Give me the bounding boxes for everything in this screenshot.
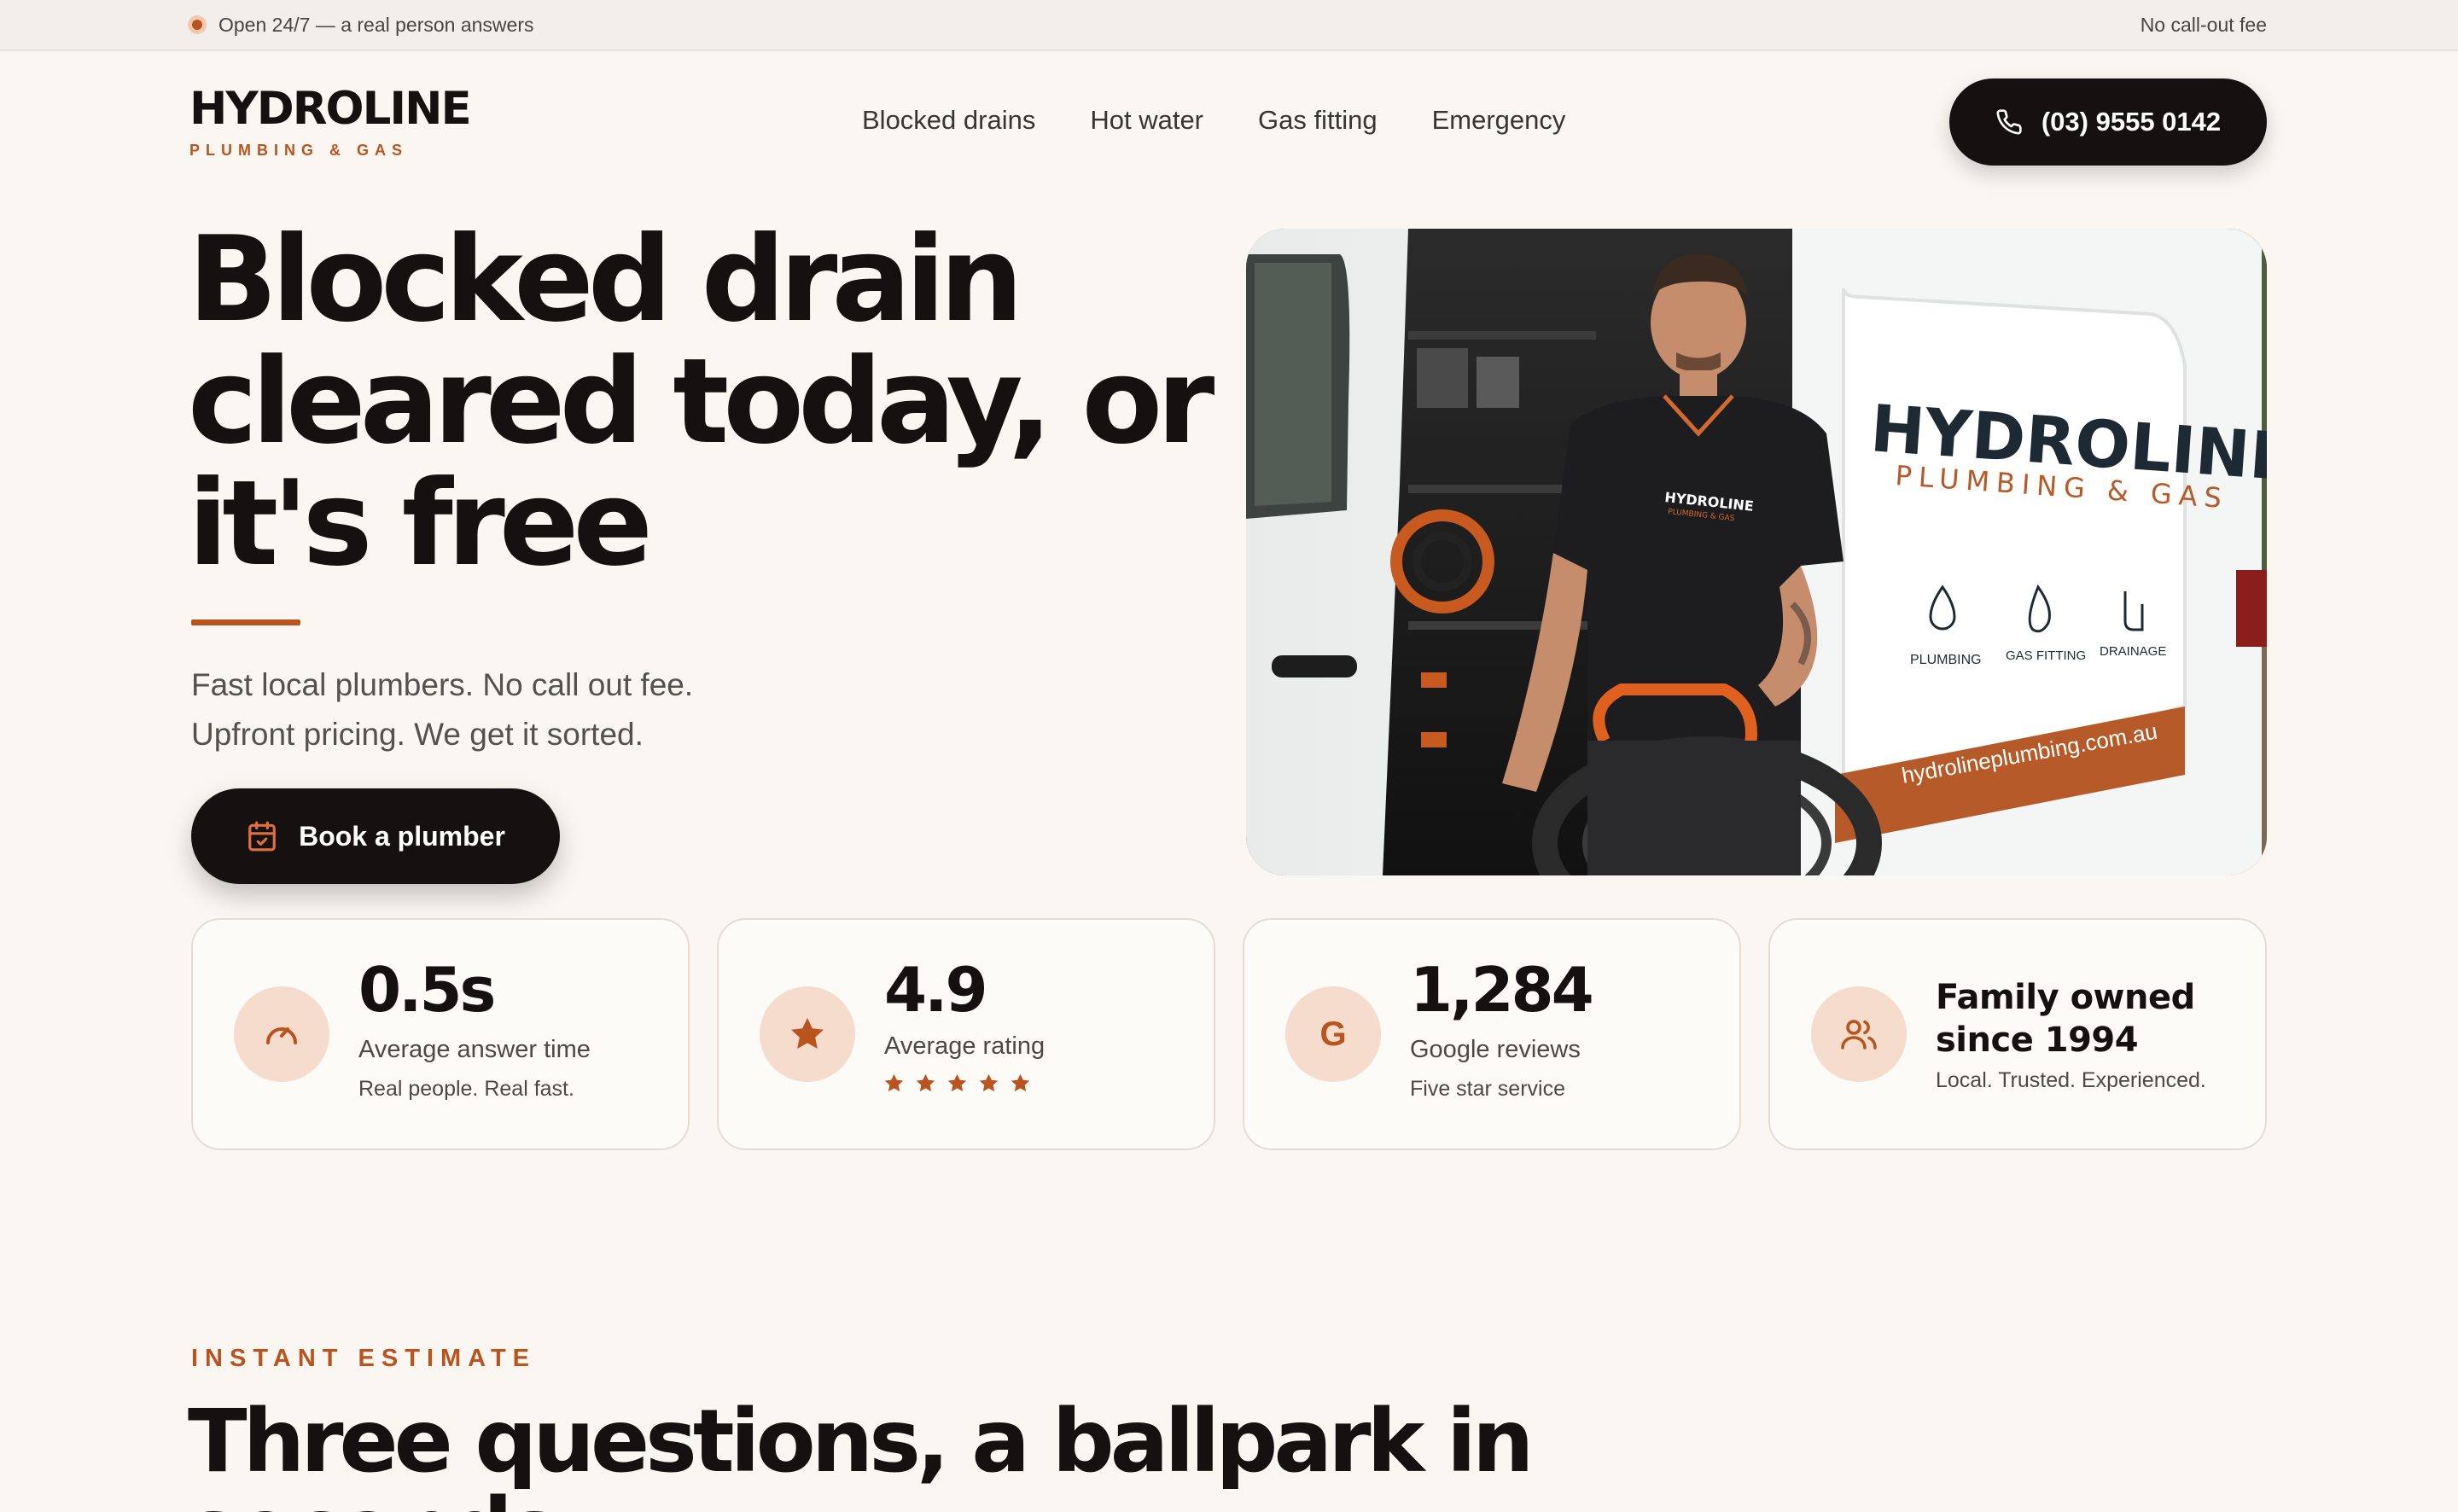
people-icon [1841, 1020, 1877, 1050]
hero-subtitle: Fast local plumbers. No call out fee. Up… [191, 660, 789, 759]
stat-value: 0.5s [358, 954, 496, 1026]
stat-note: Local. Trusted. Experienced. [1936, 1068, 2206, 1092]
brand-name: HYDROLINE [189, 83, 472, 135]
stat-icon-badge: G [1285, 986, 1381, 1082]
rating-star-icon [1011, 1073, 1030, 1092]
phone-icon [1996, 109, 2022, 135]
rating-star-icon [979, 1073, 999, 1092]
topbar-right-text: No call-out fee [2140, 13, 2267, 36]
stat-card-answer-time: 0.5s Average answer time Real people. Re… [191, 918, 690, 1150]
rating-star-icon [884, 1073, 904, 1092]
stat-value: 1,284 [1410, 954, 1594, 1026]
hero-subtitle-line-2: Upfront pricing. We get it sorted. [191, 717, 644, 752]
section-title: Three questions, a ballpark in seconds [188, 1391, 1534, 1512]
nav-item-emergency[interactable]: Emergency [1432, 105, 1566, 136]
rating-star-icon [916, 1073, 935, 1092]
brand-logo[interactable]: HYDROLINE PLUMBING & GAS [189, 83, 472, 160]
van-service-drainage: DRAINAGE [2100, 644, 2166, 659]
hero-subtitle-line-1: Fast local plumbers. No call out fee. [191, 667, 694, 702]
nav-item-gas-fitting[interactable]: Gas fitting [1258, 105, 1378, 136]
stat-card-google-reviews: G 1,284 Google reviews Five star service [1243, 918, 1741, 1150]
van-service-plumbing: PLUMBING [1910, 653, 1982, 667]
hero-photo-plumber-van: hydrolineplumbing.com.au HYDROLINE PLUMB… [1246, 229, 2267, 875]
no-callout-fee-text: No call-out fee [2141, 0, 2267, 49]
stat-note: Real people. Real fast. [358, 1077, 574, 1101]
stat-label: Google reviews [1410, 1036, 1581, 1063]
nav-item-blocked-drains[interactable]: Blocked drains [862, 105, 1035, 136]
stat-note: Five star service [1410, 1077, 1565, 1101]
brand-tagline: PLUMBING & GAS [189, 142, 409, 159]
van-service-gas: GAS FITTING [2006, 648, 2086, 663]
availability-status: Open 24/7 — a real person answers [188, 0, 533, 49]
stat-icon-badge [760, 986, 855, 1082]
rating-star-icon [947, 1073, 967, 1092]
hero-accent-rule [191, 619, 300, 625]
top-announcement-bar: Open 24/7 — a real person answers No cal… [0, 0, 2458, 51]
stat-card-family-owned: Family owned since 1994 Local. Trusted. … [1768, 918, 2267, 1150]
hero-title: Blocked drain cleared today, or it's fre… [188, 211, 1214, 592]
phone-number-label: (03) 9555 0142 [2041, 107, 2222, 137]
stat-icon-badge [1811, 986, 1907, 1082]
star-icon [791, 1018, 824, 1049]
main-nav: Blocked drains Hot water Gas fitting Eme… [862, 101, 1565, 140]
book-plumber-label: Book a plumber [299, 820, 505, 852]
star-rating [882, 1072, 1032, 1095]
stat-value: 4.9 [884, 954, 988, 1026]
section-eyebrow: INSTANT ESTIMATE [191, 1345, 537, 1372]
status-dot-icon [188, 15, 207, 34]
speedometer-icon [266, 1027, 297, 1044]
nav-item-hot-water[interactable]: Hot water [1090, 105, 1203, 136]
stat-label: Average rating [884, 1032, 1046, 1060]
book-plumber-button[interactable]: Book a plumber [191, 788, 560, 884]
call-phone-button[interactable]: (03) 9555 0142 [1949, 79, 2267, 166]
google-icon: G [1319, 1015, 1347, 1053]
plumber-van-illustration: hydrolineplumbing.com.au HYDROLINE PLUMB… [1246, 229, 2267, 875]
stat-card-rating: 4.9 Average rating [717, 918, 1215, 1150]
stat-icon-badge [234, 986, 329, 1082]
stat-label: Average answer time [358, 1036, 591, 1063]
availability-text: Open 24/7 — a real person answers [218, 13, 534, 36]
stat-title: Family owned since 1994 [1936, 978, 2195, 1060]
calendar-check-icon [248, 821, 276, 852]
